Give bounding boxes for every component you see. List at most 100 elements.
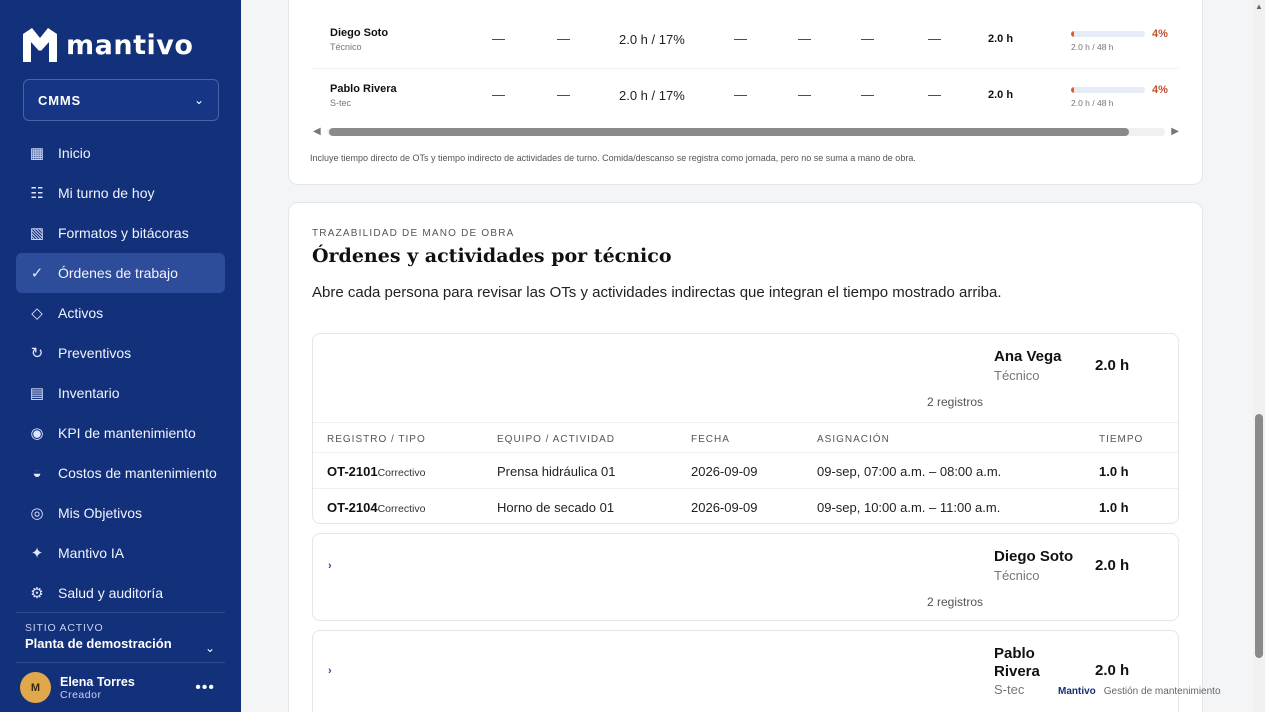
sidebar-item-costos[interactable]: ◒ Costos de mantenimiento (16, 453, 225, 493)
table-row[interactable]: OT-2101Correctivo Prensa hidráulica 01 2… (313, 453, 1178, 489)
empty-cell: — (928, 87, 941, 102)
sidebar-item-formatos[interactable]: ▧ Formatos y bitácoras (16, 213, 225, 253)
person-records: 2 registros (927, 595, 984, 609)
scroll-left-icon[interactable]: ◀ (313, 126, 321, 137)
section-title: Órdenes y actividades por técnico (312, 245, 672, 267)
hours-cell: 2.0 h / 17% (619, 32, 685, 47)
sidebar-item-inventario[interactable]: ▤ Inventario (16, 373, 225, 413)
settings-icon: ⚙ (30, 585, 44, 602)
traceability-card: TRAZABILIDAD DE MANO DE OBRA Órdenes y a… (288, 202, 1203, 712)
sidebar-item-label: Inventario (58, 385, 120, 401)
column-header: ASIGNACIÓN (817, 434, 890, 445)
refresh-icon: ↻ (30, 345, 44, 362)
chevron-down-icon: ⌄ (204, 641, 215, 655)
half-circle-icon: ◒ (32, 464, 42, 482)
chevron-right-icon[interactable]: › (328, 665, 332, 677)
person-hours: 2.0 h (1095, 557, 1130, 574)
empty-cell: — (861, 31, 874, 46)
record-code[interactable]: OT-2101 (327, 464, 378, 479)
active-site-value: Planta de demostración (25, 636, 172, 651)
sidebar-item-label: Activos (58, 305, 104, 321)
person-name: Diego Soto (994, 548, 1074, 565)
utilization-percent: 4% (1152, 84, 1168, 96)
sidebar-item-kpi[interactable]: ◉ KPI de mantenimiento (16, 413, 225, 453)
more-options-icon[interactable]: ••• (195, 679, 215, 697)
utilization-bar-fill (1071, 87, 1074, 93)
sidebar-item-label: Mantivo IA (58, 545, 125, 561)
sidebar-item-ordenes[interactable]: ✓ Órdenes de trabajo (16, 253, 225, 293)
forms-icon: ▧ (29, 225, 45, 242)
person-panel-ana-vega: Ana Vega Técnico 2.0 h 2 registros REGIS… (312, 333, 1179, 524)
footer-brand-name: Mantivo (1058, 686, 1096, 697)
grid-icon: ▦ (29, 145, 45, 162)
table-row: Diego Soto Técnico — — 2.0 h / 17% — — —… (313, 13, 1179, 69)
user-role: Creador (60, 688, 102, 701)
person-hours: 2.0 h (1095, 357, 1130, 374)
date-cell: 2026-09-09 (691, 500, 758, 515)
horizontal-scrollbar[interactable]: ◀ ▶ (313, 126, 1179, 138)
sidebar-item-preventivos[interactable]: ↻ Preventivos (16, 333, 225, 373)
assignment-cell: 09-sep, 10:00 a.m. – 11:00 a.m. (817, 500, 1001, 515)
column-header: EQUIPO / ACTIVIDAD (497, 434, 616, 445)
sidebar-item-label: Mis Objetivos (58, 505, 143, 521)
avatar: M (20, 672, 51, 703)
records-table: REGISTRO / TIPO EQUIPO / ACTIVIDAD FECHA… (313, 422, 1178, 525)
active-site-selector[interactable]: SITIO ACTIVO Planta de demostración ⌄ (16, 612, 225, 655)
hours-cell: 2.0 h / 17% (619, 88, 685, 103)
section-eyebrow: TRAZABILIDAD DE MANO DE OBRA (312, 228, 515, 239)
record-type: Correctivo (377, 467, 426, 479)
empty-cell: — (557, 31, 570, 46)
record-code[interactable]: OT-2104 (327, 500, 378, 515)
sidebar-item-label: Formatos y bitácoras (58, 225, 189, 241)
module-select[interactable]: CMMS ⌄ (23, 79, 219, 121)
sidebar-item-salud[interactable]: ⚙ Salud y auditoría (16, 573, 225, 613)
person-role: Técnico (330, 42, 362, 52)
person-header[interactable]: Ana Vega Técnico 2.0 h 2 registros (313, 334, 1178, 422)
time-cell: 1.0 h (1099, 500, 1129, 515)
scroll-up-icon[interactable]: ▲ (1255, 2, 1263, 11)
person-role: Técnico (994, 568, 1040, 583)
utilization-note: Incluye tiempo directo de OTs y tiempo i… (310, 153, 916, 163)
empty-cell: — (734, 31, 747, 46)
sidebar-item-objetivos[interactable]: ◎ Mis Objetivos (16, 493, 225, 533)
column-header: FECHA (691, 434, 730, 445)
diamond-icon: ◇ (31, 305, 43, 322)
table-row[interactable]: OT-2104Correctivo Horno de secado 01 202… (313, 489, 1178, 525)
date-cell: 2026-09-09 (691, 464, 758, 479)
person-role: Técnico (994, 368, 1040, 383)
empty-cell: — (861, 87, 874, 102)
section-description: Abre cada persona para revisar las OTs y… (312, 284, 1002, 301)
user-menu[interactable]: M Elena Torres Creador ••• (16, 662, 225, 703)
objective-icon: ◎ (30, 505, 44, 522)
sidebar-item-inicio[interactable]: ▦ Inicio (16, 133, 225, 173)
sidebar-item-mantivo-ia[interactable]: ✦ Mantivo IA (16, 533, 225, 573)
person-panel-diego-soto[interactable]: › Diego Soto Técnico 2.0 h 2 registros (312, 533, 1179, 621)
app-logo[interactable]: mantivo (20, 26, 193, 64)
person-name: Pablo Rivera (994, 645, 1040, 680)
record-type: Correctivo (377, 503, 426, 515)
inventory-icon: ▤ (29, 385, 45, 402)
scroll-thumb[interactable] (329, 128, 1129, 136)
empty-cell: — (557, 87, 570, 102)
sidebar-item-label: Inicio (58, 145, 91, 161)
person-hours: 2.0 h (1095, 662, 1130, 679)
empty-cell: — (734, 87, 747, 102)
sidebar-item-mi-turno[interactable]: ☷ Mi turno de hoy (16, 173, 225, 213)
table-header: REGISTRO / TIPO EQUIPO / ACTIVIDAD FECHA… (313, 422, 1178, 453)
person-name: Ana Vega (994, 348, 1062, 365)
sidebar-item-label: KPI de mantenimiento (58, 425, 196, 441)
sidebar-item-activos[interactable]: ◇ Activos (16, 293, 225, 333)
scroll-thumb[interactable] (1255, 414, 1263, 658)
empty-cell: — (798, 87, 811, 102)
app-name: mantivo (66, 29, 194, 61)
sidebar-item-label: Preventivos (58, 345, 132, 361)
person-records: 2 registros (927, 395, 984, 409)
vertical-scrollbar[interactable]: ▲ (1253, 0, 1265, 712)
empty-cell: — (492, 31, 505, 46)
person-panel-pablo-rivera[interactable]: › Pablo Rivera S-tec 2.0 h (312, 630, 1179, 712)
scroll-right-icon[interactable]: ▶ (1171, 126, 1179, 137)
sidebar: mantivo CMMS ⌄ ▦ Inicio ☷ Mi turno de hoy … (0, 0, 241, 712)
chevron-right-icon[interactable]: › (328, 560, 332, 572)
chevron-down-icon: ⌄ (193, 93, 204, 107)
person-role: S-tec (330, 98, 352, 108)
